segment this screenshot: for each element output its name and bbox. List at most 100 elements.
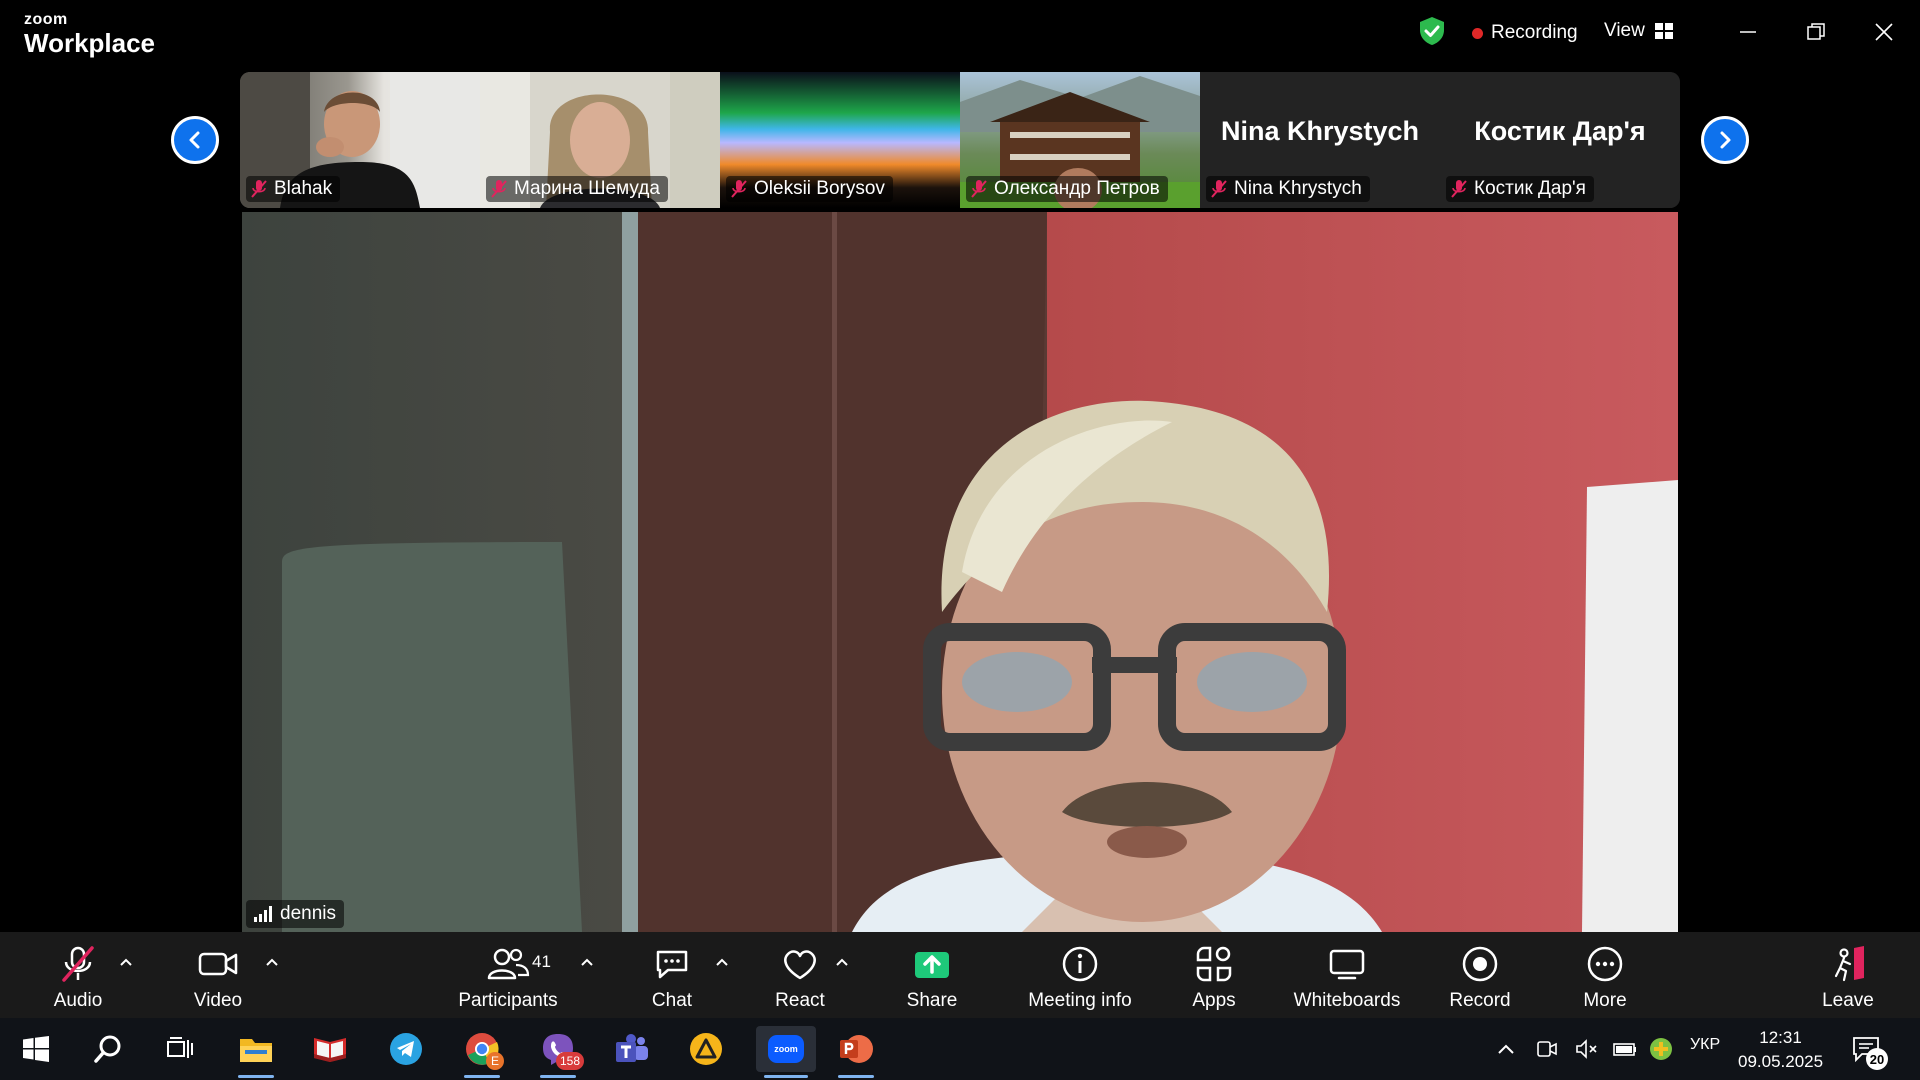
muted-mic-icon xyxy=(251,180,267,198)
recording-label: Recording xyxy=(1491,22,1578,43)
participant-name-label: Nina Khrystych xyxy=(1206,176,1370,202)
recording-indicator[interactable]: Recording xyxy=(1472,22,1578,44)
participants-button[interactable]: Participants xyxy=(448,932,568,1018)
security-shield-icon[interactable] xyxy=(1418,16,1446,46)
speaker-name: dennis xyxy=(280,903,336,924)
taskbar-zoom[interactable]: zoom xyxy=(756,1026,816,1078)
next-page-button[interactable] xyxy=(1701,116,1749,164)
apps-grid-icon xyxy=(1196,946,1232,982)
taskbar-telegram[interactable] xyxy=(380,1026,432,1072)
participant-tile[interactable]: Oleksii Borysov xyxy=(720,72,960,208)
brand-big: Workplace xyxy=(24,28,156,58)
share-button[interactable]: Share xyxy=(892,932,972,1018)
input-language-indicator[interactable]: УКР xyxy=(1690,1036,1720,1054)
zoom-logo: zoom Workplace xyxy=(24,11,156,58)
taskbar-viber[interactable]: 158 xyxy=(532,1026,584,1078)
muted-mic-icon xyxy=(491,180,507,198)
tray-camera-button[interactable] xyxy=(1530,1026,1564,1072)
leave-button[interactable]: Leave xyxy=(1808,932,1888,1018)
taskbar-file-explorer[interactable] xyxy=(230,1026,282,1078)
previous-page-button[interactable] xyxy=(171,116,219,164)
triangle-app-icon xyxy=(690,1033,722,1065)
start-button[interactable] xyxy=(10,1026,62,1072)
muted-microphone-icon xyxy=(62,946,94,982)
meeting-info-label: Meeting info xyxy=(1028,990,1132,1011)
camera-in-use-icon xyxy=(1537,1041,1557,1057)
telegram-icon xyxy=(390,1033,422,1065)
taskbar-teams[interactable] xyxy=(606,1026,658,1072)
leave-door-icon xyxy=(1834,946,1864,982)
restore-button[interactable] xyxy=(1796,14,1836,50)
participant-name: Nina Khrystych xyxy=(1234,178,1362,199)
view-button[interactable]: View xyxy=(1604,20,1673,42)
search-button[interactable] xyxy=(82,1026,134,1072)
participant-tile[interactable]: Nina Khrystych Nina Khrystych xyxy=(1200,72,1440,208)
video-options-chevron-up-icon[interactable] xyxy=(264,954,280,970)
taskbar-warning-app[interactable] xyxy=(680,1026,732,1072)
taskbar-reader-app[interactable] xyxy=(304,1026,356,1072)
react-label: React xyxy=(775,990,825,1011)
chat-options-chevron-up-icon[interactable] xyxy=(714,954,730,970)
audio-options-chevron-up-icon[interactable] xyxy=(118,954,134,970)
audio-button[interactable]: Audio xyxy=(38,932,118,1018)
taskbar-chrome[interactable]: E xyxy=(456,1026,508,1078)
brand-small: zoom xyxy=(24,11,68,28)
muted-mic-icon xyxy=(1211,180,1227,198)
participant-display-name: Nina Khrystych xyxy=(1220,116,1420,146)
info-circle-icon xyxy=(1062,946,1098,982)
teams-icon xyxy=(616,1034,648,1062)
clock-time: 12:31 xyxy=(1759,1028,1802,1047)
close-button[interactable] xyxy=(1864,14,1904,50)
participant-name: Марина Шемуда xyxy=(514,178,660,199)
apps-button[interactable]: Apps xyxy=(1174,932,1254,1018)
react-options-chevron-up-icon[interactable] xyxy=(834,954,850,970)
participant-name: Костик Дар'я xyxy=(1474,178,1586,199)
task-view-button[interactable] xyxy=(154,1026,206,1072)
video-button[interactable]: Video xyxy=(178,932,258,1018)
participant-tile[interactable]: Blahak xyxy=(240,72,480,208)
meeting-toolbar: Audio Video Participants 41 Chat React S… xyxy=(0,932,1920,1018)
participant-count: 41 xyxy=(532,952,551,971)
minimize-button[interactable] xyxy=(1728,14,1768,50)
active-speaker-video[interactable]: dennis xyxy=(242,212,1678,932)
whiteboards-label: Whiteboards xyxy=(1293,990,1401,1011)
task-view-icon xyxy=(167,1037,193,1058)
muted-mic-icon xyxy=(1451,180,1467,198)
chrome-profile-badge: E xyxy=(486,1052,504,1070)
speaker-name-label: dennis xyxy=(246,900,344,928)
participant-tile[interactable]: Марина Шемуда xyxy=(480,72,720,208)
participants-label: Participants xyxy=(458,990,558,1011)
muted-mic-icon xyxy=(971,180,987,198)
participant-name-label: Blahak xyxy=(246,176,341,202)
chevron-right-icon xyxy=(1720,131,1731,149)
taskbar-powerpoint[interactable] xyxy=(830,1026,882,1078)
participant-tile[interactable]: Костик Дар'я Костик Дар'я xyxy=(1440,72,1680,208)
tray-status-app[interactable] xyxy=(1644,1026,1678,1072)
view-label: View xyxy=(1604,20,1645,41)
participant-display-name: Костик Дар'я xyxy=(1474,116,1646,146)
title-bar: zoom Workplace Recording View xyxy=(0,0,1920,66)
audio-label: Audio xyxy=(53,990,103,1011)
share-screen-icon xyxy=(915,952,949,978)
participant-tile[interactable]: Олександр Петров xyxy=(960,72,1200,208)
meeting-info-button[interactable]: Meeting info xyxy=(1020,932,1140,1018)
more-button[interactable]: More xyxy=(1565,932,1645,1018)
restore-icon xyxy=(1807,23,1825,40)
record-button[interactable]: Record xyxy=(1440,932,1520,1018)
chat-label: Chat xyxy=(651,990,693,1011)
battery-charging-icon xyxy=(1613,1043,1636,1056)
tray-volume-button[interactable] xyxy=(1570,1026,1604,1072)
gallery-strip: Blahak Марина Шемуда Oleksii Borysov Оле… xyxy=(240,72,1680,208)
whiteboards-button[interactable]: Whiteboards xyxy=(1287,932,1407,1018)
participants-options-chevron-up-icon[interactable] xyxy=(579,954,595,970)
clock-date: 09.05.2025 xyxy=(1738,1052,1824,1071)
muted-mic-icon xyxy=(731,180,747,198)
powerpoint-icon xyxy=(840,1035,873,1063)
system-clock[interactable]: 12:31 09.05.2025 xyxy=(1738,1026,1823,1074)
tray-battery-button[interactable] xyxy=(1608,1026,1642,1072)
react-button[interactable]: React xyxy=(760,932,840,1018)
chat-button[interactable]: Chat xyxy=(632,932,712,1018)
participant-name: Blahak xyxy=(274,178,333,199)
zoom-app-label: zoom xyxy=(774,1044,798,1054)
show-hidden-icons-button[interactable] xyxy=(1490,1026,1522,1072)
